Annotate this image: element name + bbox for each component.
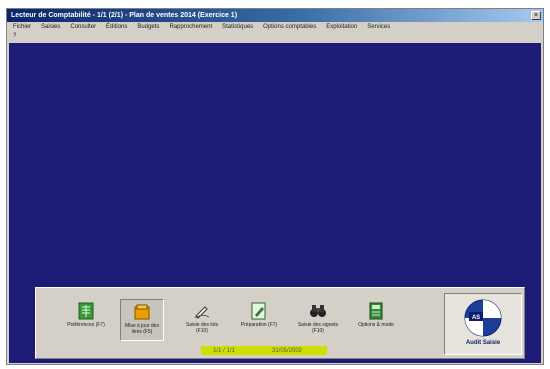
options-mode-button[interactable]: Options & mode — [354, 299, 398, 341]
status-period: 1/1 / 1/1 — [213, 347, 235, 354]
book-settings-icon — [367, 302, 385, 320]
menu-bar: Fichier Saisies Consulter Éditions Budgets Ra… — [7, 22, 543, 42]
options-mode-label: Options & mode — [358, 322, 394, 328]
menu-item-5[interactable]: Rapprochement — [167, 24, 220, 30]
menu-row-help: ? — [11, 33, 24, 39]
menu-item-9[interactable]: Services — [365, 24, 398, 30]
menu-item-3[interactable]: Éditions — [104, 24, 135, 30]
brand-emblem-icon: AS — [464, 299, 502, 337]
application-window: Lecteur de Comptabilité - 1/1 (2/1) - Pl… — [6, 8, 544, 365]
update-links-button[interactable]: Mise à jour des liens (F5) — [120, 299, 164, 341]
menu-item-7[interactable]: Options comptables — [261, 24, 324, 30]
preferences-button[interactable]: Préférences (F7) — [64, 299, 108, 341]
binoculars-icon — [309, 302, 327, 320]
menu-item-4[interactable]: Budgets — [135, 24, 167, 30]
status-bar: 1/1 / 1/1 31/05/2002 — [201, 346, 327, 355]
preparation-button[interactable]: Préparation (F7) — [237, 299, 281, 341]
status-date: 31/05/2002 — [271, 347, 303, 354]
menu-item-2[interactable]: Consulter — [68, 24, 104, 30]
batch-entry-button[interactable]: Saisie des lots (F10) — [180, 299, 224, 341]
batch-entry-label: Saisie des lots (F10) — [185, 322, 219, 334]
menu-item-8[interactable]: Exploitation — [324, 24, 365, 30]
menu-item-help-0[interactable]: ? — [11, 33, 24, 39]
menu-item-0[interactable]: Fichier — [11, 24, 39, 30]
bookmark-entry-label: Saisie des signets (F10) — [297, 322, 339, 334]
title-bar[interactable]: Lecteur de Comptabilité - 1/1 (2/1) - Pl… — [7, 9, 543, 22]
window-controls[interactable]: × — [531, 11, 541, 20]
brand-logo: AS Audit Saisie — [444, 293, 522, 355]
menu-item-1[interactable]: Saisies — [39, 24, 68, 30]
update-links-label: Mise à jour des liens (F5) — [125, 323, 159, 335]
grid-book-icon — [77, 302, 95, 320]
menu-item-6[interactable]: Statistiques — [220, 24, 261, 30]
pen-writing-icon — [193, 302, 211, 320]
window-title: Lecteur de Comptabilité - 1/1 (2/1) - Pl… — [11, 12, 238, 19]
preparation-label: Préparation (F7) — [240, 322, 278, 328]
preferences-label: Préférences (F7) — [67, 322, 105, 328]
quick-access-panel: Préférences (F7) Mise à jour des liens (… — [35, 287, 525, 359]
folder-stack-icon — [133, 303, 151, 321]
bookmark-entry-button[interactable]: Saisie des signets (F10) — [296, 299, 340, 341]
workspace-background: Préférences (F7) Mise à jour des liens (… — [9, 43, 541, 363]
brand-name: Audit Saisie — [465, 340, 501, 346]
menu-row-main: Fichier Saisies Consulter Éditions Budgets Ra… — [11, 24, 398, 30]
svg-text:AS: AS — [472, 315, 480, 321]
edit-document-icon — [250, 302, 268, 320]
